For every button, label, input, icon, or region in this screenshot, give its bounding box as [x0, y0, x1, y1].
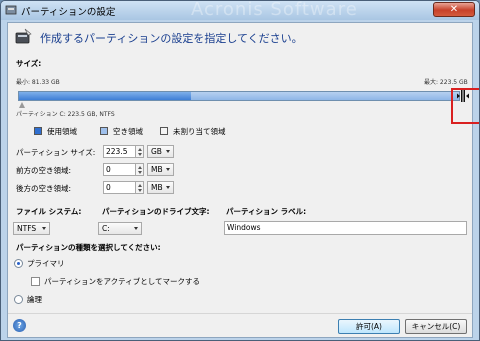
- window-title: パーティションの設定: [21, 7, 116, 18]
- used-space-segment: [19, 92, 191, 100]
- chevron-down-icon: [134, 227, 138, 230]
- partition-type-label: パーティションの種類を選択してください:: [16, 243, 161, 252]
- left-slider-handle[interactable]: [19, 102, 25, 108]
- app-icon: [5, 5, 17, 15]
- free-legend-label: 空き領域: [113, 127, 143, 136]
- used-legend-swatch: [34, 127, 42, 135]
- ok-button[interactable]: 許可(A): [338, 319, 400, 334]
- drive-letter-value: C:: [102, 224, 110, 233]
- partition-size-unit-select[interactable]: GB: [147, 145, 174, 158]
- min-size-label: 最小: 81.33 GB: [16, 79, 60, 86]
- max-size-label: 最大: 223.5 GB: [424, 79, 468, 86]
- mark-active-label: パーティションをアクティブとしてマークする: [44, 277, 200, 286]
- filesystem-label: ファイル システム:: [16, 207, 82, 216]
- free-after-label: 後方の空き領域:: [16, 184, 72, 193]
- partition-size-bar[interactable]: [18, 91, 460, 101]
- dialog-content: 作成するパーティションの設定を指定してください。 サイズ: 最小: 81.33 …: [7, 22, 479, 338]
- free-legend-swatch: [100, 127, 108, 135]
- unallocated-legend-label: 未割り当て領域: [173, 127, 226, 136]
- free-before-spinner[interactable]: [135, 163, 144, 176]
- free-after-unit-select[interactable]: MB: [147, 181, 174, 194]
- close-button[interactable]: ✕: [433, 2, 475, 17]
- title-bar: パーティションの設定 Acronis Software ✕: [1, 1, 479, 20]
- size-section-label: サイズ:: [16, 59, 42, 68]
- partition-size-label: パーティション サイズ:: [16, 148, 96, 157]
- free-after-spinner[interactable]: [135, 181, 144, 194]
- free-after-input[interactable]: 0: [103, 181, 136, 194]
- drive-letter-select[interactable]: C:: [98, 222, 142, 235]
- partition-label-input[interactable]: Windows: [224, 221, 467, 235]
- primary-radio[interactable]: [14, 259, 23, 268]
- cancel-button[interactable]: キャンセル(C): [405, 319, 467, 334]
- logical-radio[interactable]: [14, 295, 23, 304]
- mark-active-checkbox[interactable]: [31, 277, 40, 286]
- free-after-unit-value: MB: [151, 183, 163, 192]
- partition-settings-window: パーティションの設定 Acronis Software ✕ 作成するパーティショ…: [0, 0, 480, 341]
- chevron-down-icon: [166, 186, 170, 189]
- filesystem-value: NTFS: [17, 224, 37, 233]
- chevron-down-icon: [166, 168, 170, 171]
- primary-radio-label: プライマリ: [27, 259, 65, 268]
- chevron-down-icon: [42, 227, 46, 230]
- dialog-header: 作成するパーティションの設定を指定してください。: [8, 23, 472, 51]
- partition-size-unit-value: GB: [151, 147, 162, 156]
- free-before-label: 前方の空き領域:: [16, 166, 72, 175]
- partition-size-input[interactable]: 223.5: [103, 145, 136, 158]
- used-legend-label: 使用領域: [47, 127, 77, 136]
- free-before-input[interactable]: 0: [103, 163, 136, 176]
- free-before-unit-select[interactable]: MB: [147, 163, 174, 176]
- help-icon[interactable]: ?: [13, 319, 26, 332]
- partition-wizard-icon: [15, 28, 32, 44]
- free-space-segment: [191, 92, 459, 100]
- close-icon: ✕: [449, 4, 459, 15]
- drive-letter-label: パーティションのドライブ文字:: [102, 207, 210, 216]
- filesystem-select[interactable]: NTFS: [13, 222, 50, 235]
- footer-divider: [8, 313, 472, 314]
- logical-radio-label: 論理: [27, 295, 42, 304]
- chevron-down-icon: [166, 150, 170, 153]
- partition-size-spinner[interactable]: [135, 145, 144, 158]
- partition-info-label: パーティション C: 223.5 GB, NTFS: [16, 111, 115, 118]
- watermark-text: Acronis Software: [191, 0, 358, 20]
- free-before-unit-value: MB: [151, 165, 163, 174]
- highlight-box: [451, 88, 479, 124]
- partition-label-label: パーティション ラベル:: [226, 207, 307, 216]
- header-text: 作成するパーティションの設定を指定してください。: [40, 32, 303, 45]
- unallocated-legend-swatch: [160, 127, 168, 135]
